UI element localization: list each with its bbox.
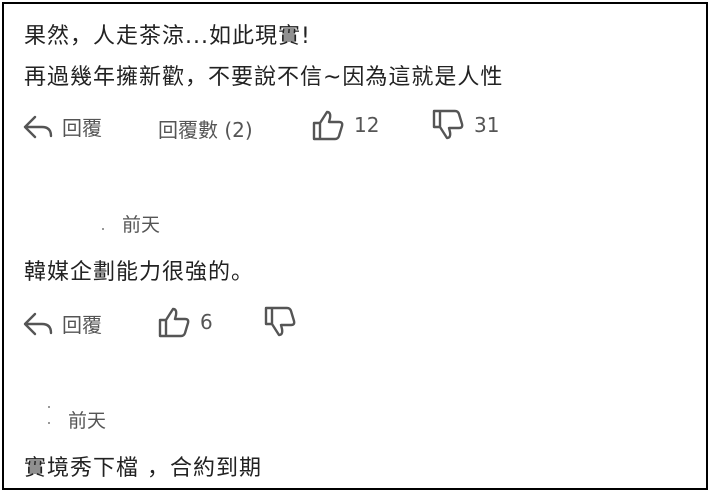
avatar-placeholder bbox=[102, 228, 104, 230]
comment-timestamp: 前天 bbox=[122, 214, 161, 236]
dislike-count: 31 bbox=[474, 113, 500, 137]
reply-button[interactable]: 回覆 bbox=[22, 112, 102, 141]
like-count: 6 bbox=[200, 310, 213, 334]
like-button[interactable]: 6 bbox=[156, 305, 213, 339]
like-count: 12 bbox=[354, 113, 380, 137]
reply-button[interactable]: 回覆 bbox=[22, 309, 102, 338]
dislike-button[interactable] bbox=[262, 305, 298, 339]
comment-timestamp: 前天 bbox=[68, 410, 107, 432]
reply-arrow-icon bbox=[22, 311, 54, 337]
comment-text-line: 果然，人走茶涼...如此現實! bbox=[24, 24, 311, 49]
comment-text-line: 韓媒企劃能力很強的。 bbox=[24, 260, 255, 285]
thumbs-up-icon bbox=[310, 108, 346, 142]
comment-list: 果然，人走茶涼...如此現實! 再過幾年擁新歡，不要說不信~因為這就是人性 回覆… bbox=[2, 2, 708, 490]
thumbs-down-icon bbox=[262, 305, 298, 339]
comment-text-line: 實境秀下檔 ，合約到期 bbox=[24, 456, 262, 481]
view-replies-button[interactable]: 回覆數 (2) bbox=[158, 114, 253, 143]
reply-arrow-icon bbox=[22, 114, 54, 140]
reply-label: 回覆 bbox=[62, 116, 102, 140]
like-button[interactable]: 12 bbox=[310, 108, 379, 142]
avatar-placeholder bbox=[48, 406, 50, 408]
reply-label: 回覆 bbox=[62, 313, 102, 337]
dislike-button[interactable]: 31 bbox=[430, 108, 499, 142]
comment-text-line: 再過幾年擁新歡，不要說不信~因為這就是人性 bbox=[24, 65, 504, 90]
thumbs-down-icon bbox=[430, 108, 466, 142]
replies-count-label: 回覆數 (2) bbox=[158, 118, 253, 142]
thumbs-up-icon bbox=[156, 305, 192, 339]
avatar-placeholder bbox=[48, 422, 50, 424]
